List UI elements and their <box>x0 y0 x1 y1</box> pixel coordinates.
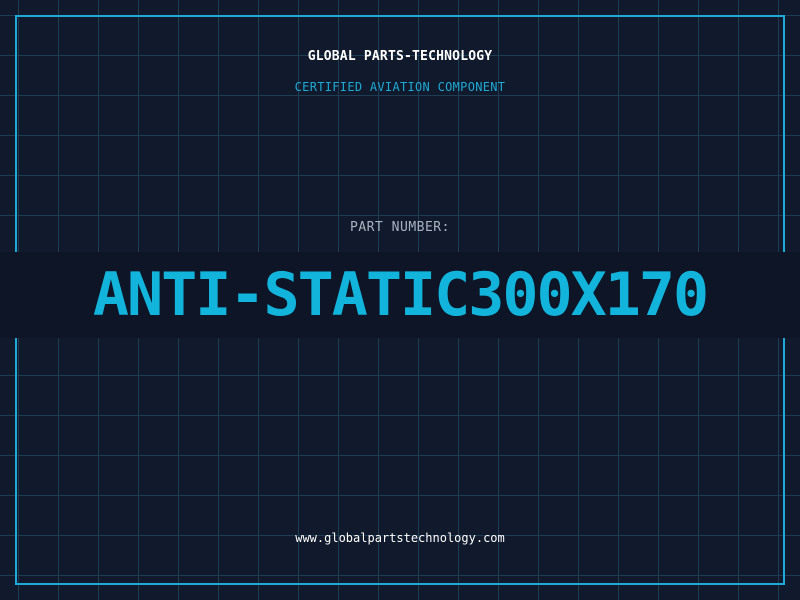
brand-name: GLOBAL PARTS-TECHNOLOGY <box>307 49 493 64</box>
certificate-canvas: GLOBAL PARTS-TECHNOLOGY CERTIFIED AVIATI… <box>0 0 800 600</box>
tagline: CERTIFIED AVIATION COMPONENT <box>294 80 506 94</box>
part-number-value: ANTI-STATIC300X170 <box>92 260 709 330</box>
part-number-label: PART NUMBER: <box>350 220 450 235</box>
part-number-band: ANTI-STATIC300X170 <box>0 252 800 338</box>
website-link[interactable]: www.globalpartstechnology.com <box>0 531 800 545</box>
